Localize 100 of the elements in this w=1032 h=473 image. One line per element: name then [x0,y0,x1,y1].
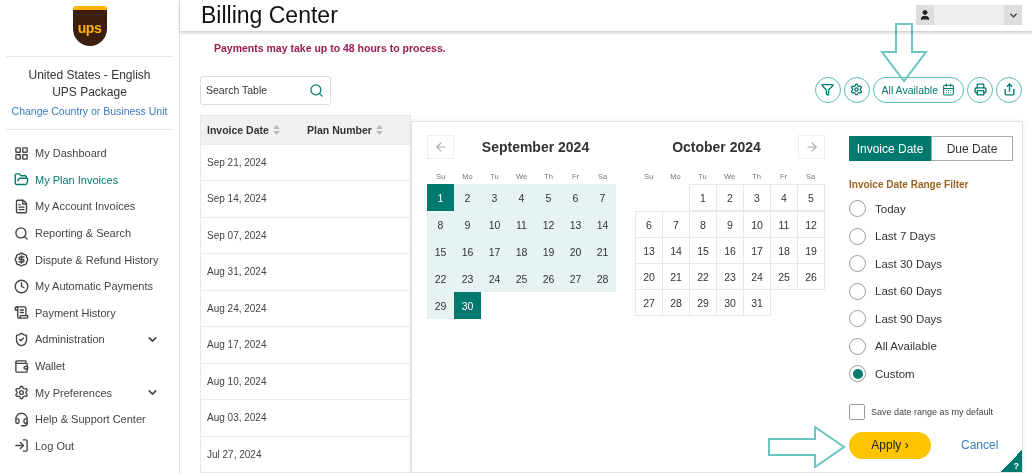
calendar-day[interactable]: 5 [797,184,825,211]
sidebar-item[interactable]: Payment History [14,299,173,327]
filter-icon [821,83,835,96]
calendar-day[interactable]: 15 [427,238,454,265]
radio-label: Last 90 Days [875,312,943,325]
calendar-day[interactable]: 2 [716,184,744,211]
cancel-link[interactable]: Cancel [961,438,999,452]
table-cell: Sep 14, 2024 [207,193,267,205]
calendar-day[interactable]: 19 [535,238,562,265]
calendar-day[interactable]: 6 [635,211,663,238]
calendar-day[interactable]: 12 [797,211,825,238]
search-icon [309,82,324,98]
user-icon [919,9,931,22]
logout-icon [14,438,29,454]
sidebar-item[interactable]: Help & Support Center [14,405,173,433]
sidebar-item[interactable]: My Account Invoices [14,193,173,220]
calendar-day[interactable]: 22 [427,265,454,292]
sidebar-item[interactable]: Log Out [14,432,173,460]
date-type-tab[interactable]: Invoice Date [849,136,931,161]
calendar-day[interactable]: 26 [797,263,825,290]
calendar-day[interactable]: 23 [454,265,481,292]
calendar-day[interactable]: 24 [481,265,508,292]
calendar-day[interactable]: 3 [743,184,771,211]
settings-button[interactable] [843,76,870,103]
table-cell: Jul 27, 2024 [207,448,262,460]
sidebar-item[interactable]: My Preferences [14,379,173,406]
table-cell: Aug 24, 2024 [207,302,267,314]
calendar-day[interactable]: 18 [508,238,535,265]
ups-logo[interactable]: ups [72,6,107,46]
calendar-day[interactable]: 31 [743,289,771,316]
locale-text: United States - English [28,68,151,83]
sidebar-item[interactable]: Reporting & Search [14,219,173,247]
month-title: September 2024 [480,139,591,155]
table-cell: Aug 17, 2024 [207,339,267,351]
month-title: October 2024 [671,139,762,155]
page-title: Billing Center [201,1,338,29]
calendar-day[interactable]: 26 [535,265,562,292]
calendar-day[interactable]: 4 [508,184,535,211]
help-corner[interactable]: ? [1000,450,1022,472]
sidebar-item[interactable]: My Automatic Payments [14,272,173,300]
calendar-day[interactable]: 10 [481,211,508,238]
calendar-day[interactable]: 27 [635,289,663,316]
calendar-day[interactable]: 29 [427,292,454,319]
calendar-day[interactable]: 3 [481,184,508,211]
radio-label: Last 7 Days [875,230,936,243]
calendar-day[interactable]: 2 [454,184,481,211]
calendar-day[interactable]: 13 [562,211,589,238]
calendar-day[interactable]: 7 [589,184,616,211]
calendar-day[interactable]: 8 [427,211,454,238]
export-button[interactable] [996,76,1022,103]
calendar-day[interactable]: 16 [454,238,481,265]
next-month-button[interactable] [798,135,825,159]
clock-icon [14,278,29,294]
table-cell: Aug 03, 2024 [207,412,267,424]
calendar-icon [942,83,955,96]
wallet-icon [14,358,29,374]
table-cell: Sep 07, 2024 [207,229,267,241]
checkbox[interactable] [849,403,865,420]
filter-button[interactable] [814,76,841,103]
calendar-day[interactable]: 1 [689,184,717,211]
date-type-tab[interactable]: Due Date [931,136,1013,161]
calendar-day[interactable]: 21 [589,238,616,265]
search-field[interactable]: Search Table [200,75,331,105]
print-button[interactable] [967,76,993,103]
radio-label: Last 30 Days [875,257,943,270]
calendar-day[interactable]: 28 [589,265,616,292]
settings-icon [850,83,864,96]
dashboard-icon [14,145,29,161]
apply-button[interactable]: Apply › [849,431,931,459]
sidebar-item[interactable]: Dispute & Refund History [14,246,173,273]
calendar-day[interactable]: 17 [481,238,508,265]
filter-heading: Invoice Date Range Filter [849,179,970,190]
date-range-button[interactable]: All Available [872,76,964,103]
column-header[interactable]: Plan Number [301,123,410,136]
sidebar-item[interactable]: Administration [14,326,173,353]
calendar-day[interactable]: 6 [562,184,589,211]
calendar-day[interactable]: 12 [535,211,562,238]
sort-icon [375,124,383,135]
calendar-day[interactable]: 20 [562,238,589,265]
list-icon [14,305,29,321]
sidebar-item[interactable]: My Dashboard [14,140,173,167]
calendar-day[interactable]: 5 [535,184,562,211]
calendar-day[interactable]: 25 [508,265,535,292]
sidebar-item[interactable]: My Plan Invoices [14,166,173,194]
table-cell: Sep 21, 2024 [207,156,267,168]
sort-icon [272,124,280,135]
change-country-link[interactable]: Change Country or Business Unit [11,104,168,119]
previous-month-button[interactable] [427,135,454,159]
calendar-day[interactable]: 11 [508,211,535,238]
calendar-day[interactable]: 27 [562,265,589,292]
calendar-day[interactable]: 4 [770,184,798,211]
share-icon [1002,83,1016,96]
calendar-day[interactable]: 1 [427,184,454,211]
calendar-day[interactable]: 14 [589,211,616,238]
column-header[interactable]: Invoice Date [201,123,302,136]
calendar-day[interactable]: 30 [454,292,481,319]
calendar-day[interactable]: 9 [454,211,481,238]
radio-label: Today [875,202,906,215]
sidebar-item[interactable]: Wallet [14,352,173,380]
user-menu-button[interactable] [916,5,1022,26]
